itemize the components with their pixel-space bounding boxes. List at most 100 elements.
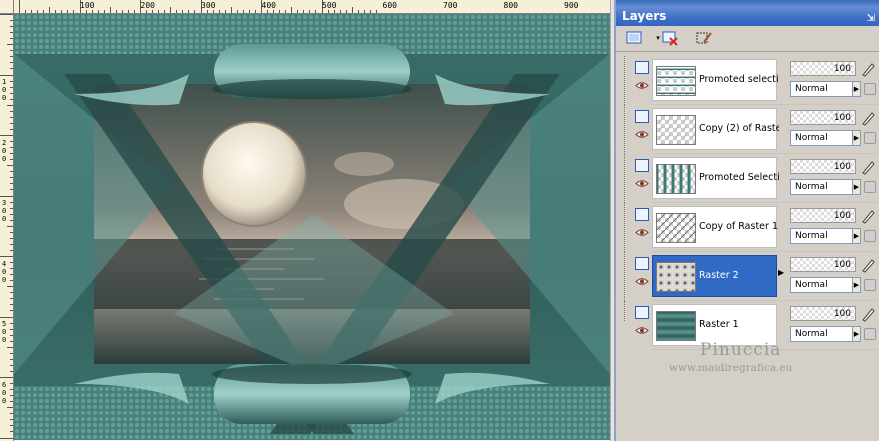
lock-icon[interactable] — [864, 328, 876, 340]
visibility-eye-icon[interactable] — [635, 228, 649, 237]
ruler-tick — [248, 10, 250, 13]
layer-name-box[interactable]: Promoted Selection — [652, 157, 779, 199]
ruler-tick — [0, 14, 13, 15]
brush-icon[interactable] — [860, 257, 876, 273]
layer-type-icon — [635, 257, 649, 270]
brush-icon[interactable] — [860, 306, 876, 322]
brush-icon[interactable] — [860, 208, 876, 224]
opacity-slider[interactable]: 100 — [790, 110, 856, 125]
ruler-tick — [345, 10, 347, 13]
ruler-tick — [10, 352, 13, 354]
layer-row[interactable]: Promoted selection 100 Normal ▶ — [616, 56, 879, 105]
toolbar-separator — [616, 51, 879, 52]
opacity-slider[interactable]: 100 — [790, 208, 856, 223]
lock-icon[interactable] — [864, 279, 876, 291]
ruler-tick — [97, 10, 99, 13]
layers-palette: Layers ⇲ ▾ Promoted selection — [614, 0, 879, 441]
opacity-value: 100 — [833, 211, 851, 221]
ruler-tick — [25, 10, 27, 13]
ruler-tick — [10, 262, 13, 264]
lock-icon[interactable] — [864, 181, 876, 193]
layer-thumbnail — [656, 115, 696, 145]
blend-dropdown-icon[interactable]: ▶ — [852, 81, 861, 97]
opacity-slider[interactable]: 100 — [790, 257, 856, 272]
layer-row[interactable]: Copy (2) of Raster 1 100 Normal ▶ — [616, 105, 879, 154]
ruler-tick — [10, 340, 13, 342]
blend-mode-select[interactable]: Normal — [790, 277, 853, 293]
opacity-slider[interactable]: 100 — [790, 159, 856, 174]
ruler-corner — [0, 0, 14, 14]
opacity-slider[interactable]: 100 — [790, 306, 856, 321]
visibility-eye-icon[interactable] — [635, 326, 649, 335]
ruler-tick — [7, 407, 13, 409]
layer-name-box[interactable]: Copy (2) of Raster 1 — [652, 108, 779, 150]
layer-properties: 100 Normal ▶ — [788, 157, 879, 201]
layer-properties: 100 Normal ▶ — [788, 108, 879, 152]
layer-row[interactable]: Promoted Selection 100 Normal ▶ — [616, 154, 879, 203]
ruler-tick — [10, 92, 13, 94]
blend-dropdown-icon[interactable]: ▶ — [852, 326, 861, 342]
layer-name-box[interactable]: Promoted selection — [652, 59, 779, 101]
layer-thumbnail — [656, 66, 696, 96]
blend-mode-select[interactable]: Normal — [790, 179, 853, 195]
layer-name: Raster 2 — [699, 270, 739, 281]
opacity-slider[interactable]: 100 — [790, 61, 856, 76]
ruler-tick — [7, 165, 13, 167]
brush-icon[interactable] — [860, 110, 876, 126]
ruler-label: 300 — [201, 1, 216, 10]
tree-line — [624, 56, 632, 105]
brush-icon[interactable] — [860, 159, 876, 175]
pin-icon[interactable]: ⇲ — [867, 9, 875, 29]
ruler-tick — [10, 110, 13, 112]
blend-mode-select[interactable]: Normal — [790, 81, 853, 97]
layer-row[interactable]: Copy of Raster 1 100 Normal ▶ — [616, 203, 879, 252]
ruler-tick — [351, 7, 353, 13]
ruler-tick — [10, 98, 13, 100]
ruler-label: 400 — [261, 1, 276, 10]
visibility-eye-icon[interactable] — [635, 277, 649, 286]
ruler-tick — [10, 219, 13, 221]
ruler-tick — [10, 32, 13, 34]
ruler-tick — [10, 425, 13, 427]
blend-dropdown-icon[interactable]: ▶ — [852, 130, 861, 146]
blend-mode-select[interactable]: Normal — [790, 228, 853, 244]
blend-mode-select[interactable]: Normal — [790, 130, 853, 146]
layer-row[interactable]: Raster 2 ▶ 100 Normal ▶ — [616, 252, 879, 301]
visibility-eye-icon[interactable] — [635, 179, 649, 188]
ruler-tick — [212, 10, 214, 13]
layer-name-box[interactable]: Copy of Raster 1 — [652, 206, 778, 248]
ruler-tick — [10, 20, 13, 22]
expand-arrow-icon[interactable]: ▶ — [778, 268, 784, 282]
ruler-tick — [242, 10, 244, 13]
ruler-tick — [121, 10, 123, 13]
ruler-tick — [10, 413, 13, 415]
blend-dropdown-icon[interactable]: ▶ — [852, 179, 861, 195]
ruler-tick — [10, 364, 13, 366]
blend-mode-select[interactable]: Normal — [790, 326, 853, 342]
ruler-tick — [67, 10, 69, 13]
blend-dropdown-icon[interactable]: ▶ — [852, 228, 861, 244]
edit-selection-icon[interactable] — [694, 29, 714, 47]
ruler-tick — [327, 10, 329, 13]
ruler-label: 6 0 0 — [2, 380, 7, 405]
visibility-eye-icon[interactable] — [635, 130, 649, 139]
ruler-tick — [10, 304, 13, 306]
ruler-tick — [10, 395, 13, 397]
lock-icon[interactable] — [864, 230, 876, 242]
ruler-tick — [10, 249, 13, 251]
ruler-tick — [297, 10, 299, 13]
blend-dropdown-icon[interactable]: ▶ — [852, 277, 861, 293]
ruler-tick — [170, 7, 172, 13]
lock-icon[interactable] — [864, 83, 876, 95]
lock-icon[interactable] — [864, 132, 876, 144]
ruler-tick — [315, 10, 317, 13]
image-canvas[interactable] — [14, 14, 610, 440]
delete-layer-icon[interactable] — [660, 29, 680, 47]
brush-icon[interactable] — [860, 61, 876, 77]
ruler-tick — [10, 328, 13, 330]
ruler-tick — [254, 10, 256, 13]
ruler-tick — [164, 10, 166, 13]
visibility-eye-icon[interactable] — [635, 81, 649, 90]
new-layer-icon[interactable] — [624, 29, 644, 47]
layer-name-box[interactable]: Raster 2 — [652, 255, 777, 297]
